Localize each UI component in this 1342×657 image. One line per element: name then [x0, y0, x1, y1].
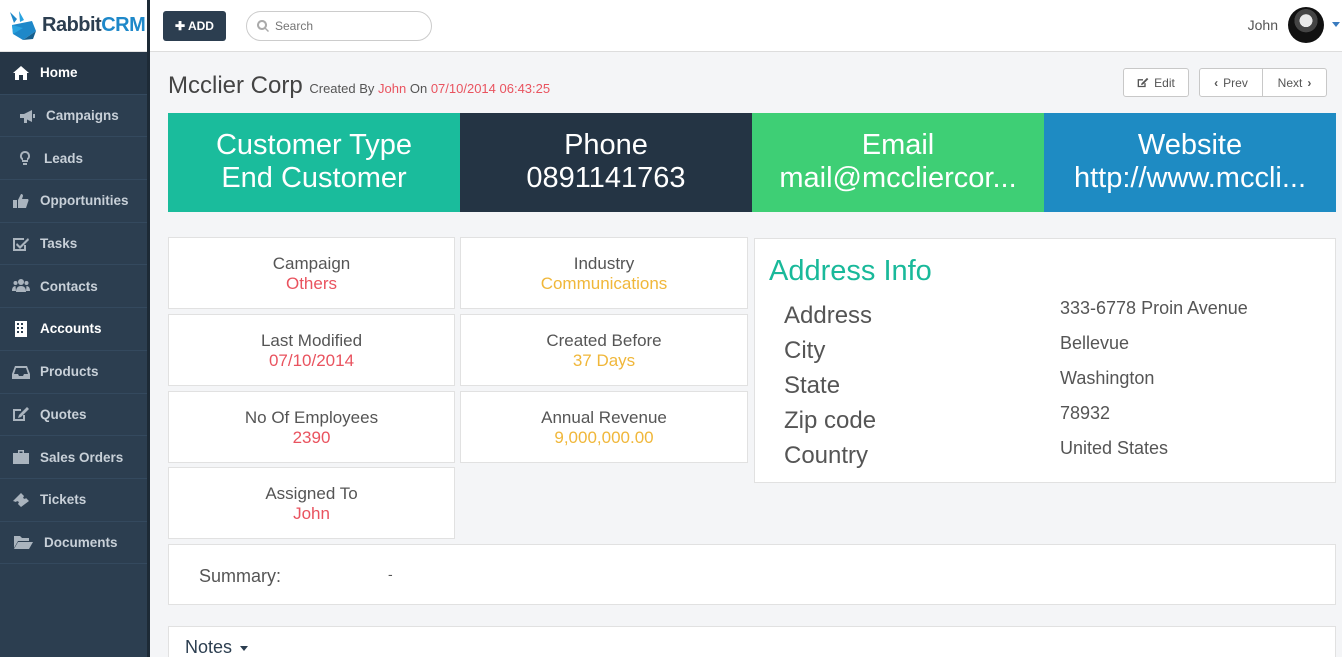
- summary-label: Summary:: [199, 566, 282, 586]
- sidebar: RabbitCRM Home Campaigns Leads Opportuni…: [0, 0, 150, 657]
- assigned-to-value[interactable]: John: [169, 504, 454, 524]
- stat-website[interactable]: Website http://www.mccli...: [1044, 113, 1336, 212]
- users-icon: [12, 279, 30, 293]
- created-before-card: Created Before 37 Days: [460, 314, 748, 386]
- record-meta: Created By John On 07/10/2014 06:43:25: [309, 81, 551, 96]
- brand-name: RabbitCRM: [42, 14, 146, 36]
- prev-button[interactable]: ‹ Prev: [1199, 68, 1263, 97]
- sidebar-item-label: Sales Orders: [40, 449, 124, 465]
- last-modified-card: Last Modified 07/10/2014: [168, 314, 455, 386]
- country-row: Country United States: [784, 438, 1169, 469]
- notes-panel: Notes: [168, 626, 1336, 657]
- created-before-value: 37 Days: [572, 351, 636, 370]
- sidebar-item-accounts[interactable]: Accounts: [0, 308, 147, 351]
- edit-icon: [1137, 77, 1149, 88]
- checkbox-icon: [13, 237, 29, 251]
- edit-icon: [13, 407, 29, 422]
- briefcase-icon: [13, 450, 29, 465]
- last-modified-value: 07/10/2014: [268, 351, 355, 370]
- address-row: Address 333-6778 Proin Avenue: [784, 298, 1248, 329]
- sidebar-item-leads[interactable]: Leads: [0, 137, 147, 181]
- page-title: Mcclier Corp Created By John On 07/10/20…: [168, 72, 550, 100]
- campaign-value[interactable]: Others: [169, 274, 454, 294]
- ticket-icon: [13, 492, 29, 507]
- sidebar-item-label: Documents: [44, 534, 118, 550]
- summary-panel: Summary: -: [168, 544, 1336, 605]
- sidebar-item-opportunities[interactable]: Opportunities: [0, 180, 147, 223]
- sidebar-item-products[interactable]: Products: [0, 351, 147, 394]
- add-button[interactable]: ✚ ADD: [163, 11, 226, 41]
- main-content: Mcclier Corp Created By John On 07/10/20…: [150, 52, 1342, 657]
- sidebar-item-label: Contacts: [40, 278, 98, 294]
- state-row: State Washington: [784, 368, 1155, 399]
- campaign-card: Campaign Others: [168, 237, 455, 309]
- sidebar-item-label: Home: [40, 65, 78, 81]
- edit-button[interactable]: Edit: [1123, 68, 1189, 97]
- stat-customer-type: Customer Type End Customer: [168, 113, 460, 212]
- created-at: 07/10/2014 06:43:25: [430, 81, 551, 96]
- sidebar-item-quotes[interactable]: Quotes: [0, 394, 147, 437]
- summary-stats: Customer Type End Customer Phone 0891141…: [168, 113, 1336, 212]
- user-name[interactable]: John: [1248, 17, 1278, 33]
- search-icon: [257, 20, 269, 32]
- search-box[interactable]: [246, 11, 432, 41]
- add-button-label: ADD: [187, 19, 214, 33]
- sidebar-item-label: Leads: [44, 150, 84, 166]
- assigned-to-card: Assigned To John: [168, 467, 455, 539]
- stat-phone: Phone 0891141763: [460, 113, 752, 212]
- sidebar-item-home[interactable]: Home: [0, 52, 147, 95]
- employees-card: No Of Employees 2390: [168, 391, 455, 463]
- folder-open-icon: [14, 536, 33, 550]
- summary-value: -: [388, 566, 393, 582]
- lightbulb-icon: [20, 151, 30, 166]
- sidebar-item-label: Quotes: [40, 406, 87, 422]
- next-button[interactable]: Next ›: [1262, 68, 1327, 97]
- rabbit-logo-icon: [10, 10, 36, 40]
- employees-value: 2390: [292, 428, 331, 447]
- building-icon: [15, 320, 27, 337]
- sidebar-item-label: Accounts: [40, 321, 102, 337]
- revenue-value: 9,000,000.00: [554, 428, 654, 447]
- plus-icon: ✚: [175, 19, 186, 33]
- industry-value: Communications: [540, 274, 668, 293]
- home-icon: [13, 65, 29, 80]
- sidebar-item-label: Products: [40, 364, 99, 380]
- sidebar-item-label: Tasks: [40, 236, 78, 252]
- sidebar-item-documents[interactable]: Documents: [0, 522, 147, 565]
- address-info-title: Address Info: [769, 255, 932, 287]
- sidebar-item-label: Tickets: [40, 492, 87, 508]
- record-name: Mcclier Corp: [168, 72, 303, 99]
- logo[interactable]: RabbitCRM: [0, 0, 147, 52]
- sidebar-item-label: Campaigns: [46, 108, 119, 124]
- thumbs-up-icon: [13, 193, 29, 208]
- city-row: City Bellevue: [784, 333, 1130, 364]
- revenue-card: Annual Revenue 9,000,000.00: [460, 391, 748, 463]
- sidebar-nav: Home Campaigns Leads Opportunities Tasks…: [0, 52, 147, 565]
- zip-row: Zip code 78932: [784, 403, 1111, 434]
- industry-card: Industry Communications: [460, 237, 748, 309]
- inbox-icon: [12, 365, 30, 379]
- chevron-left-icon: ‹: [1214, 75, 1219, 90]
- created-by-user[interactable]: John: [378, 81, 406, 96]
- megaphone-icon: [20, 109, 35, 123]
- stat-email[interactable]: Email mail@mccliercor...: [752, 113, 1044, 212]
- address-info-panel: Address Info Address 333-6778 Proin Avenu…: [754, 238, 1336, 483]
- chevron-right-icon: ›: [1307, 75, 1312, 90]
- user-menu-caret-icon[interactable]: [1332, 22, 1340, 27]
- sidebar-item-campaigns[interactable]: Campaigns: [0, 95, 147, 138]
- sidebar-item-tasks[interactable]: Tasks: [0, 223, 147, 266]
- sidebar-item-tickets[interactable]: Tickets: [0, 479, 147, 522]
- sidebar-item-sales-orders[interactable]: Sales Orders: [0, 436, 147, 479]
- notes-toggle[interactable]: Notes: [185, 637, 249, 657]
- topbar: ✚ ADD John: [150, 0, 1342, 52]
- caret-down-icon: [240, 645, 249, 651]
- sidebar-item-label: Opportunities: [40, 193, 129, 209]
- search-input[interactable]: [275, 19, 415, 33]
- sidebar-item-contacts[interactable]: Contacts: [0, 265, 147, 309]
- avatar[interactable]: [1288, 7, 1324, 43]
